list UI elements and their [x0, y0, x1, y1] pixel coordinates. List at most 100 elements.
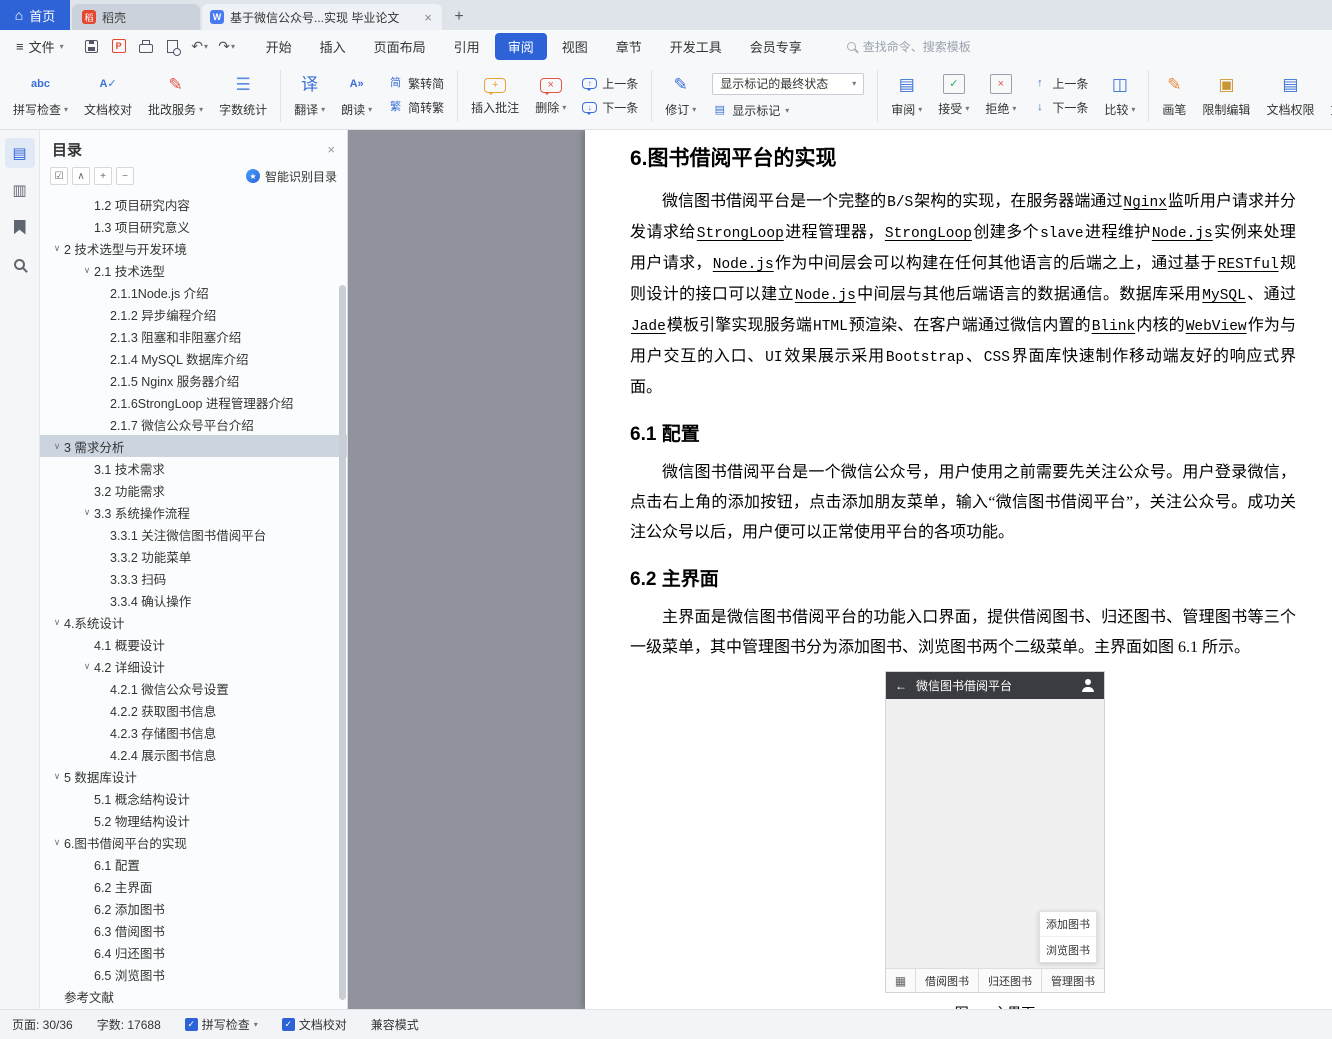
- toc-item[interactable]: ∨ 6.图书借阅平台的实现: [40, 831, 347, 853]
- tab-references[interactable]: 引用: [441, 33, 493, 60]
- toc-item[interactable]: 1.2 项目研究内容: [40, 193, 347, 215]
- user-icon[interactable]: [1081, 679, 1095, 692]
- proofread-toggle[interactable]: ✓ 文档校对: [281, 1016, 347, 1033]
- toc-item[interactable]: 4.1 概要设计: [40, 633, 347, 655]
- toc-item[interactable]: ∨ 3.3 系统操作流程: [40, 501, 347, 523]
- prev-comment-button[interactable]: ↑ 上一条: [582, 75, 638, 92]
- menu-item-add-book[interactable]: 添加图书: [1040, 912, 1096, 937]
- toc-item[interactable]: ∨ 5 数据库设计: [40, 765, 347, 787]
- toc-expand-all-icon[interactable]: +: [94, 167, 112, 185]
- toc-item[interactable]: 3.2 功能需求: [40, 479, 347, 501]
- next-change-button[interactable]: ↓ 下一条: [1032, 99, 1088, 116]
- accept-button[interactable]: ✓ 接受 ▾: [931, 65, 976, 127]
- review-button[interactable]: ▤ 审阅 ▾: [884, 65, 929, 127]
- next-comment-button[interactable]: ↓ 下一条: [582, 99, 638, 116]
- toc-item[interactable]: 2.1.3 阻塞和非阻塞介绍: [40, 325, 347, 347]
- toc-item[interactable]: ∨ 4.系统设计: [40, 611, 347, 633]
- chevron-down-icon[interactable]: ∨: [50, 243, 64, 254]
- toc-item[interactable]: 4.2.3 存储图书信息: [40, 721, 347, 743]
- compare-button[interactable]: ◫ 比较 ▾: [1097, 65, 1142, 127]
- tab-insert[interactable]: 插入: [307, 33, 359, 60]
- tab-start[interactable]: 开始: [253, 33, 305, 60]
- tab-membership[interactable]: 会员专享: [737, 33, 815, 60]
- toc-item[interactable]: 2.1.5 Nginx 服务器介绍: [40, 369, 347, 391]
- toc-item[interactable]: 2.1.4 MySQL 数据库介绍: [40, 347, 347, 369]
- export-pdf-button[interactable]: P: [107, 34, 131, 58]
- toc-item[interactable]: 参考文献: [40, 985, 347, 1007]
- chevron-down-icon[interactable]: ∨: [50, 771, 64, 782]
- toc-pane-icon[interactable]: ▤: [4, 138, 35, 168]
- undo-button[interactable]: ↶ ▾: [188, 34, 212, 58]
- toc-scrollbar-thumb[interactable]: [339, 285, 346, 1000]
- toc-collapse-tool-icon[interactable]: ∧: [72, 167, 90, 185]
- menu-borrow-book[interactable]: 借阅图书: [916, 969, 979, 992]
- translate-button[interactable]: 译翻译 ▾: [287, 65, 332, 127]
- toc-item[interactable]: ∨ 3 需求分析: [40, 435, 347, 457]
- prev-change-button[interactable]: ↑ 上一条: [1032, 75, 1088, 92]
- docer-tab[interactable]: 稻 稻壳: [72, 4, 200, 30]
- doc-tab-close-icon[interactable]: ×: [422, 10, 434, 25]
- proofread-button[interactable]: A✓ 文档校对: [77, 65, 139, 127]
- tab-view[interactable]: 视图: [549, 33, 601, 60]
- toc-item[interactable]: 4.2.1 微信公众号设置: [40, 677, 347, 699]
- home-tab[interactable]: ⌂ 首页: [0, 0, 70, 30]
- toc-item[interactable]: 3.3.2 功能菜单: [40, 545, 347, 567]
- toc-item[interactable]: 5.2 物理结构设计: [40, 809, 347, 831]
- simp-to-trad-button[interactable]: 繁简转繁: [388, 99, 444, 116]
- file-menu[interactable]: ≡ 文件 ▾: [10, 37, 70, 56]
- toc-item[interactable]: 3.1 技术需求: [40, 457, 347, 479]
- toc-item[interactable]: ∨ 4.2 详细设计: [40, 655, 347, 677]
- back-arrow-icon[interactable]: ←: [895, 679, 907, 693]
- show-markup-button[interactable]: ▤ 显示标记 ▾: [712, 102, 864, 119]
- read-aloud-button[interactable]: A» 朗读 ▾: [334, 65, 379, 127]
- toc-item[interactable]: 3.3.1 关注微信图书借阅平台: [40, 523, 347, 545]
- toc-item[interactable]: 2.1.6StrongLoop 进程管理器介绍: [40, 391, 347, 413]
- trad-to-simp-button[interactable]: 简繁转简: [388, 75, 444, 92]
- tab-review[interactable]: 审阅: [494, 32, 547, 60]
- toc-item[interactable]: 5.1 概念结构设计: [40, 787, 347, 809]
- save-button[interactable]: [80, 34, 104, 58]
- toc-item[interactable]: 6.5 浏览图书: [40, 963, 347, 985]
- reject-button[interactable]: × 拒绝 ▾: [978, 65, 1023, 127]
- toc-item[interactable]: ∨ 2.1 技术选型: [40, 259, 347, 281]
- toc-item[interactable]: 4.2.2 获取图书信息: [40, 699, 347, 721]
- toc-check-tool-icon[interactable]: ☑: [50, 167, 68, 185]
- proof-pane-icon[interactable]: ▥: [5, 175, 35, 205]
- document-certify-button[interactable]: ◈文档认证: [1323, 65, 1332, 127]
- menu-return-book[interactable]: 归还图书: [979, 969, 1042, 992]
- toc-item[interactable]: 6.3 借阅图书: [40, 919, 347, 941]
- toc-item[interactable]: 2.1.1Node.js 介绍: [40, 281, 347, 303]
- chevron-down-icon[interactable]: ∨: [50, 837, 64, 848]
- toc-item[interactable]: 6.2 添加图书: [40, 897, 347, 919]
- menu-manage-book[interactable]: 管理图书: [1042, 969, 1104, 992]
- insert-comment-button[interactable]: + 插入批注: [464, 65, 526, 127]
- restrict-editing-button[interactable]: ▣ 限制编辑: [1195, 65, 1257, 127]
- track-changes-button[interactable]: ✎ 修订 ▾: [658, 65, 703, 127]
- pen-button[interactable]: ✎ 画笔: [1155, 65, 1193, 127]
- tab-dev-tools[interactable]: 开发工具: [657, 33, 735, 60]
- toc-item[interactable]: 2.1.7 微信公众号平台介绍: [40, 413, 347, 435]
- toc-item[interactable]: 3.3.4 确认操作: [40, 589, 347, 611]
- document-tab[interactable]: W 基于微信公众号...实现 毕业论文 ×: [202, 4, 442, 30]
- toc-close-icon[interactable]: ×: [327, 142, 335, 157]
- document-permission-button[interactable]: ▤ 文档权限: [1259, 65, 1321, 127]
- word-count-button[interactable]: ☰ 字数统计: [212, 65, 274, 127]
- grading-service-button[interactable]: ✎ 批改服务 ▾: [141, 65, 210, 127]
- markup-state-select[interactable]: 显示标记的最终状态 ▾: [712, 72, 865, 95]
- page-indicator[interactable]: 页面: 30/36: [12, 1016, 73, 1033]
- chevron-down-icon[interactable]: ∨: [80, 661, 94, 672]
- word-count[interactable]: 字数: 17688: [97, 1016, 161, 1033]
- chevron-down-icon[interactable]: ∨: [80, 265, 94, 276]
- chevron-down-icon[interactable]: ∨: [50, 617, 64, 628]
- print-preview-button[interactable]: [161, 34, 185, 58]
- smart-toc-button[interactable]: ★ 智能识别目录: [245, 168, 337, 185]
- redo-button[interactable]: ↷ ▾: [215, 34, 239, 58]
- toc-item[interactable]: 3.3.3 扫码: [40, 567, 347, 589]
- document-page[interactable]: 6.图书借阅平台的实现 微信图书借阅平台是一个完整的B/S架构的实现，在服务器端…: [585, 130, 1332, 1009]
- toc-collapse-all-icon[interactable]: −: [116, 167, 134, 185]
- toc-item[interactable]: 4.2.4 展示图书信息: [40, 743, 347, 765]
- print-button[interactable]: [134, 34, 158, 58]
- keyboard-icon[interactable]: ▦: [886, 969, 916, 992]
- toc-item[interactable]: 1.3 项目研究意义: [40, 215, 347, 237]
- tab-sections[interactable]: 章节: [603, 33, 655, 60]
